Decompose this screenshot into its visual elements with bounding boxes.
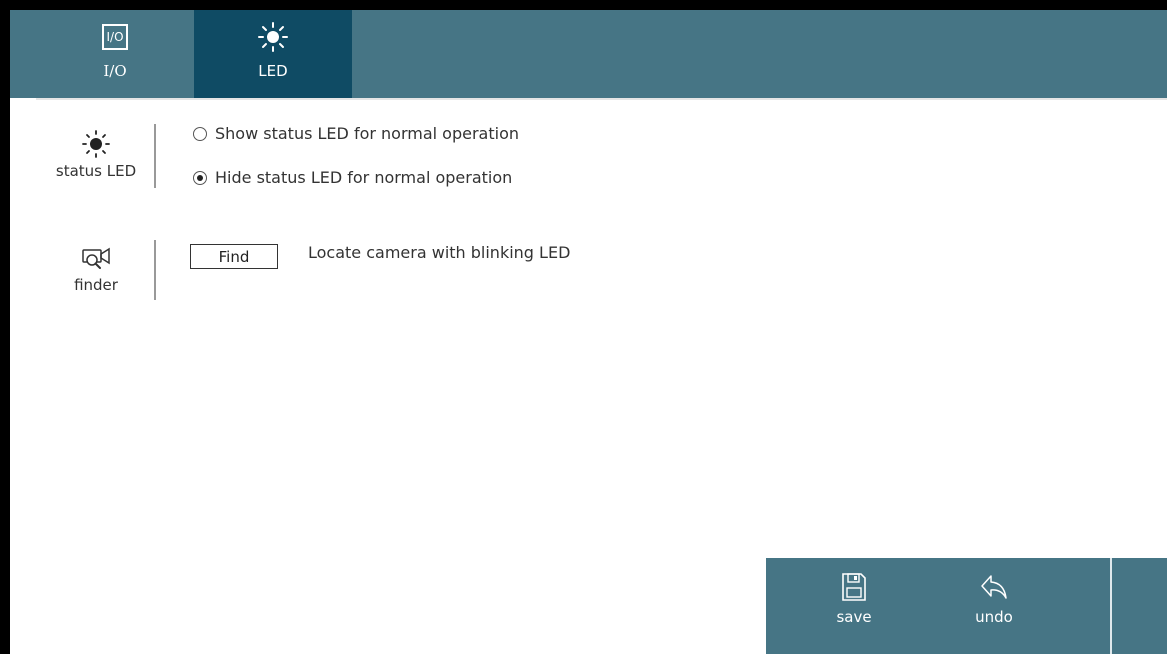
- save-label: save: [836, 608, 872, 626]
- save-button[interactable]: save: [784, 558, 924, 654]
- status-led-section-label: status LED: [36, 130, 156, 180]
- sun-icon: [82, 130, 110, 158]
- tab-bar: I/O I/O LED: [10, 10, 1167, 98]
- bottom-action-bar: save undo: [766, 558, 1167, 654]
- tab-io-label: I/O: [103, 62, 127, 80]
- finder-divider: [154, 240, 156, 300]
- radio-button-checked[interactable]: [193, 170, 207, 185]
- find-description: Locate camera with blinking LED: [308, 243, 571, 262]
- status-led-label: status LED: [55, 162, 137, 180]
- undo-icon: [981, 575, 1007, 599]
- radio-hide-status-led[interactable]: Hide status LED for normal operation: [193, 168, 512, 187]
- tab-led-label: LED: [258, 62, 288, 80]
- finder-label: finder: [74, 276, 118, 294]
- status-led-divider: [154, 124, 156, 188]
- radio-show-label: Show status LED for normal operation: [215, 124, 519, 143]
- undo-button[interactable]: undo: [924, 558, 1064, 654]
- camera-search-icon: [82, 247, 110, 269]
- find-button[interactable]: Find: [190, 244, 278, 269]
- tab-led[interactable]: LED: [194, 10, 352, 98]
- radio-button-unchecked[interactable]: [193, 126, 207, 141]
- finder-section-label: finder: [36, 246, 156, 294]
- led-settings-screen: I/O I/O LED status LED Show status LED f…: [10, 10, 1167, 654]
- undo-label: undo: [975, 608, 1013, 626]
- tab-bar-underline: [36, 98, 1167, 100]
- tab-io[interactable]: I/O I/O: [36, 10, 194, 98]
- sun-icon: [258, 22, 288, 52]
- radio-hide-label: Hide status LED for normal operation: [215, 168, 513, 187]
- io-icon: I/O: [102, 24, 128, 50]
- bottom-bar-divider: [1110, 558, 1112, 654]
- radio-show-status-led[interactable]: Show status LED for normal operation: [193, 124, 519, 143]
- save-icon: [842, 573, 866, 601]
